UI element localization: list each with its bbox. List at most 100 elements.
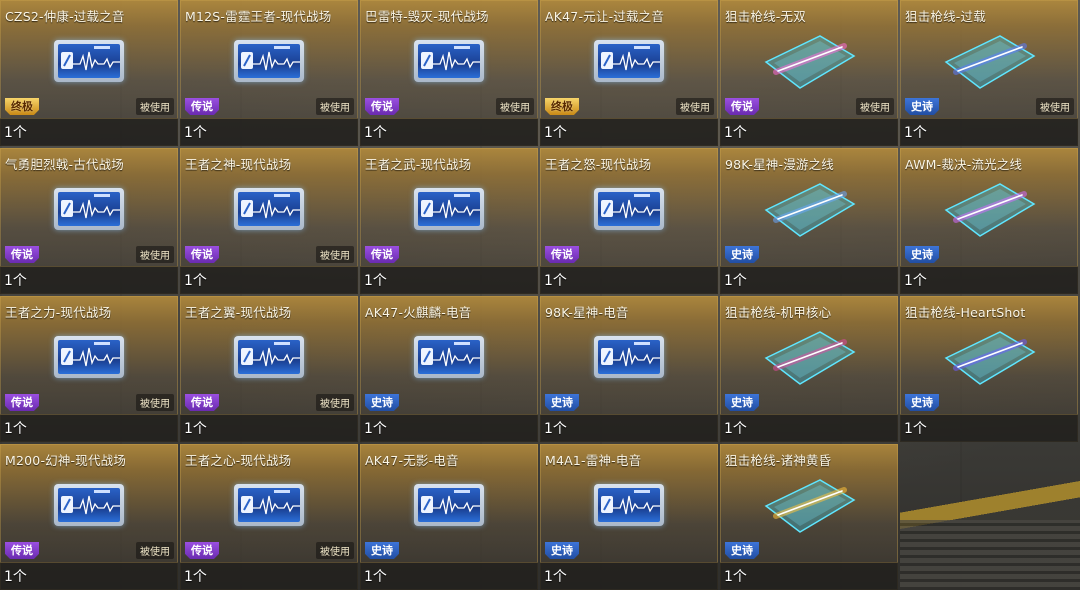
item-name: AWM-裁决-流光之线 (905, 157, 1023, 172)
item-count: 1个 (724, 273, 747, 289)
item-name: CZS2-仲康-过载之音 (5, 9, 125, 24)
item-count: 1个 (4, 569, 27, 585)
item-name: M200-幻神-现代战场 (5, 453, 127, 468)
rarity-badge: 传说 (725, 98, 759, 115)
item-name: 98K-星神-漫游之线 (725, 157, 835, 172)
item-card[interactable]: 98K-星神-漫游之线 史诗 1个 (720, 148, 898, 294)
rarity-badge: 传说 (545, 246, 579, 263)
item-card[interactable]: M200-幻神-现代战场 传说 被使用 1个 (0, 444, 178, 590)
music-card-icon (594, 188, 664, 230)
item-card[interactable]: 王者之武-现代战场 传说 1个 (360, 148, 538, 294)
sniper-trail-icon (764, 331, 856, 385)
item-name: 狙击枪线-HeartShot (905, 305, 1026, 320)
rarity-badge: 史诗 (545, 542, 579, 559)
item-name: 狙击枪线-过载 (905, 9, 986, 24)
rarity-badge: 传说 (5, 394, 39, 411)
item-name: 王者之武-现代战场 (365, 157, 472, 172)
music-card-icon (234, 188, 304, 230)
item-card[interactable]: 巴雷特-毁灭-现代战场 传说 被使用 1个 (360, 0, 538, 146)
in-use-tag: 被使用 (316, 246, 354, 263)
item-name: 狙击枪线-无双 (725, 9, 806, 24)
item-name: 王者之怒-现代战场 (545, 157, 652, 172)
item-card[interactable]: 王者之力-现代战场 传说 被使用 1个 (0, 296, 178, 442)
item-name: AK47-火麒麟-电音 (365, 305, 472, 320)
music-card-icon (54, 40, 124, 82)
item-count: 1个 (184, 273, 207, 289)
item-card[interactable]: M4A1-雷神-电音 史诗 1个 (540, 444, 718, 590)
rarity-badge: 史诗 (725, 246, 759, 263)
rarity-badge: 终极 (545, 98, 579, 115)
rarity-badge: 史诗 (365, 394, 399, 411)
in-use-tag: 被使用 (1036, 98, 1074, 115)
item-count: 1个 (904, 421, 927, 437)
item-card[interactable]: 王者之心-现代战场 传说 被使用 1个 (180, 444, 358, 590)
item-count: 1个 (184, 569, 207, 585)
item-name: 王者之力-现代战场 (5, 305, 112, 320)
item-name: 巴雷特-毁灭-现代战场 (365, 9, 489, 24)
item-name: M4A1-雷神-电音 (545, 453, 642, 468)
item-card[interactable]: 98K-星神-电音 史诗 1个 (540, 296, 718, 442)
in-use-tag: 被使用 (496, 98, 534, 115)
in-use-tag: 被使用 (316, 542, 354, 559)
item-name: 王者之心-现代战场 (185, 453, 292, 468)
item-card[interactable]: 狙击枪线-过载 史诗 被使用 1个 (900, 0, 1078, 146)
in-use-tag: 被使用 (316, 98, 354, 115)
music-card-icon (594, 336, 664, 378)
rarity-badge: 史诗 (365, 542, 399, 559)
item-count: 1个 (364, 421, 387, 437)
music-card-icon (54, 188, 124, 230)
item-card[interactable]: 王者之神-现代战场 传说 被使用 1个 (180, 148, 358, 294)
item-count: 1个 (724, 569, 747, 585)
item-count: 1个 (364, 273, 387, 289)
rarity-badge: 史诗 (905, 98, 939, 115)
item-card[interactable]: AK47-元让-过载之音 终极 被使用 1个 (540, 0, 718, 146)
sniper-trail-icon (944, 331, 1036, 385)
item-name: M12S-雷霆王者-现代战场 (185, 9, 332, 24)
music-card-icon (54, 484, 124, 526)
item-card[interactable]: 狙击枪线-机甲核心 史诗 1个 (720, 296, 898, 442)
item-name: 98K-星神-电音 (545, 305, 629, 320)
in-use-tag: 被使用 (136, 246, 174, 263)
item-card[interactable]: 狙击枪线-无双 传说 被使用 1个 (720, 0, 898, 146)
item-name: 气勇胆烈戟-古代战场 (5, 157, 125, 172)
rarity-badge: 传说 (5, 246, 39, 263)
item-count: 1个 (544, 125, 567, 141)
rarity-badge: 传说 (185, 98, 219, 115)
item-count: 1个 (544, 421, 567, 437)
item-card[interactable]: 王者之翼-现代战场 传说 被使用 1个 (180, 296, 358, 442)
item-card[interactable]: CZS2-仲康-过载之音 终极 被使用 1个 (0, 0, 178, 146)
item-card[interactable]: 气勇胆烈戟-古代战场 传说 被使用 1个 (0, 148, 178, 294)
rarity-badge: 传说 (365, 98, 399, 115)
item-card[interactable]: AWM-裁决-流光之线 史诗 1个 (900, 148, 1078, 294)
music-card-icon (234, 336, 304, 378)
inventory-grid: CZS2-仲康-过载之音 终极 被使用 1个 M12S-雷霆王者-现代战场 传说 被使用 1个… (0, 0, 1080, 590)
in-use-tag: 被使用 (136, 98, 174, 115)
item-count: 1个 (4, 273, 27, 289)
item-name: 狙击枪线-机甲核心 (725, 305, 832, 320)
music-card-icon (414, 40, 484, 82)
item-card[interactable]: M12S-雷霆王者-现代战场 传说 被使用 1个 (180, 0, 358, 146)
item-count: 1个 (184, 125, 207, 141)
item-count: 1个 (544, 273, 567, 289)
item-card[interactable]: AK47-火麒麟-电音 史诗 1个 (360, 296, 538, 442)
item-card[interactable]: 狙击枪线-诸神黄昏 史诗 1个 (720, 444, 898, 590)
item-count: 1个 (184, 421, 207, 437)
rarity-badge: 终极 (5, 98, 39, 115)
in-use-tag: 被使用 (676, 98, 714, 115)
item-card[interactable]: 王者之怒-现代战场 传说 1个 (540, 148, 718, 294)
item-count: 1个 (724, 125, 747, 141)
in-use-tag: 被使用 (136, 394, 174, 411)
music-card-icon (414, 484, 484, 526)
sniper-trail-icon (764, 35, 856, 89)
rarity-badge: 史诗 (905, 394, 939, 411)
item-name: AK47-无影-电音 (365, 453, 459, 468)
item-count: 1个 (364, 125, 387, 141)
rarity-badge: 史诗 (725, 394, 759, 411)
sniper-trail-icon (944, 183, 1036, 237)
rarity-badge: 传说 (185, 542, 219, 559)
music-card-icon (54, 336, 124, 378)
item-card[interactable]: 狙击枪线-HeartShot 史诗 1个 (900, 296, 1078, 442)
item-name: AK47-元让-过载之音 (545, 9, 665, 24)
item-card[interactable]: AK47-无影-电音 史诗 1个 (360, 444, 538, 590)
music-card-icon (414, 336, 484, 378)
